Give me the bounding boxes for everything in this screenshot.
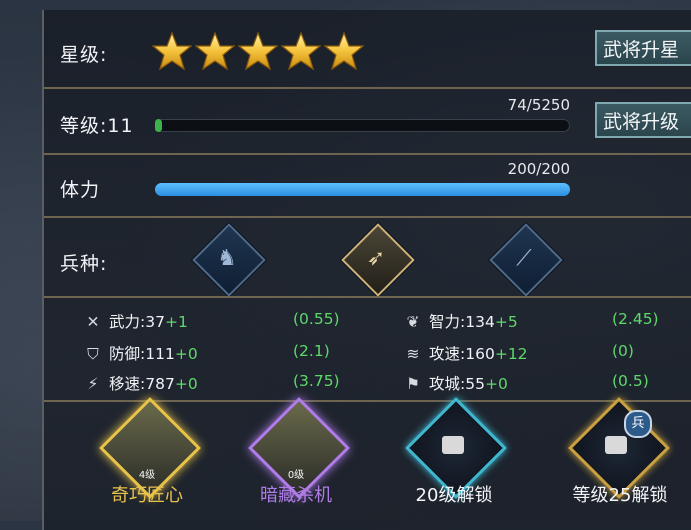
stat-defense: ⛉ 防御:111+0 [83,342,198,364]
stat-siege-ratio: (0.5) [612,372,649,390]
star-icon [152,31,192,71]
divider [44,153,691,155]
flag-icon: ⚑ [406,375,420,393]
stat-move-speed: ⚡ 移速:787+0 [83,372,198,394]
upgrade-level-button[interactable]: 武将升级 [595,102,691,138]
stat-defense-ratio: (2.1) [293,342,330,360]
stat-attack-speed-ratio: (0) [612,342,634,360]
stamina-value: 200/200 [507,160,570,178]
bow-icon: ➶ [366,245,386,271]
lock-icon [605,436,627,454]
star-icon [324,31,364,71]
skill-1-level: 4级 [138,470,156,481]
skill-1-name: 奇巧匠心 [111,485,183,506]
stat-intellect-ratio: (2.45) [612,310,659,328]
exp-value: 74/5250 [507,96,570,114]
star-level-label: 星级: [60,44,108,66]
boot-icon: ⚡ [87,375,99,393]
divider [44,216,691,218]
stamina-label: 体力 [60,179,101,201]
stat-force: ✕ 武力:37+1 [83,310,188,332]
shield-icon: ⛉ [87,345,99,363]
star-icon [281,31,321,71]
exp-bar-fill [155,119,163,132]
lock-icon [442,436,464,454]
spear-icon: ⟋ [516,245,532,271]
level-label: 等级:11 [60,115,134,137]
stat-move-speed-ratio: (3.75) [293,372,340,390]
divider [44,296,691,298]
crossed-swords-icon: ✕ [86,313,100,331]
skill-2-name: 暗藏杀机 [260,485,332,506]
stat-attack-speed: ≋ 攻速:160+12 [403,342,528,364]
troop-badge: 兵 [624,410,652,438]
horse-icon: ♞ [217,245,237,271]
star-icon [195,31,235,71]
stat-intellect: ❦ 智力:134+5 [403,310,518,332]
divider [44,400,691,402]
star-icon [238,31,278,71]
slash-icon: ≋ [406,345,420,363]
skill-2-level: 0级 [287,470,305,481]
troop-type-label: 兵种: [60,253,108,275]
divider [44,87,691,89]
skill-4-unlock-text: 等级25解锁 [572,485,668,506]
stamina-bar-fill [155,183,570,196]
skill-3-unlock-text: 20级解锁 [415,485,493,506]
stamina-bar [155,183,570,196]
exp-bar [155,119,570,132]
stat-siege: ⚑ 攻城:55+0 [403,372,508,394]
upgrade-star-button[interactable]: 武将升星 [595,30,691,66]
brain-icon: ❦ [406,313,420,331]
stat-force-ratio: (0.55) [293,310,340,328]
